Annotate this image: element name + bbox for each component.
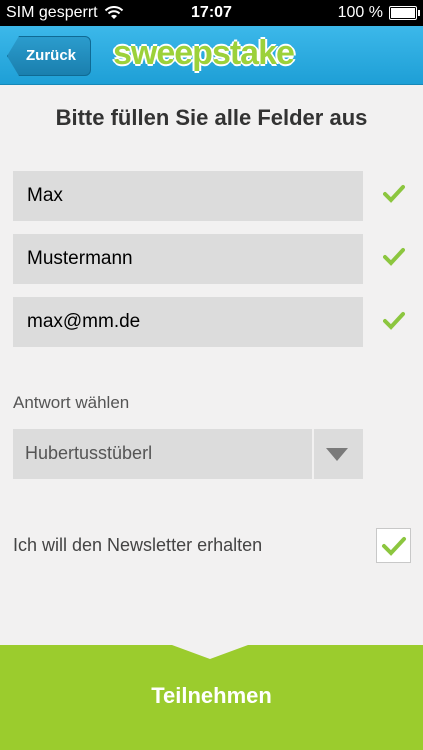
back-button[interactable]: Zurück [7,36,92,76]
battery-icon [389,6,420,20]
newsletter-label: Ich will den Newsletter erhalten [13,535,263,555]
navigation-bar: Zurück sweepstake [0,26,423,85]
app-logo: sweepstake [113,34,295,72]
last-name-field[interactable] [13,234,363,284]
checkmark-icon [383,248,405,266]
answer-selected-value: Hubertusstüberl [25,443,153,463]
chevron-down-icon[interactable] [326,448,348,461]
newsletter-checkbox[interactable] [376,528,411,563]
checkmark-icon [382,537,406,556]
answer-select[interactable]: Hubertusstüberl [13,429,363,479]
answer-label: Antwort wählen [13,393,130,412]
checkmark-icon [383,312,405,330]
form-title: Bitte füllen Sie alle Felder aus [55,105,368,130]
first-name-field[interactable] [13,171,363,221]
select-divider [312,429,314,479]
email-field[interactable] [13,297,363,347]
footer-notch [172,645,248,659]
submit-button[interactable]: Teilnehmen [0,683,423,709]
checkmark-icon [383,185,405,203]
status-bar: SIM gesperrt 17:07 100 % [0,0,423,26]
battery-percent: 100 % [337,4,383,21]
